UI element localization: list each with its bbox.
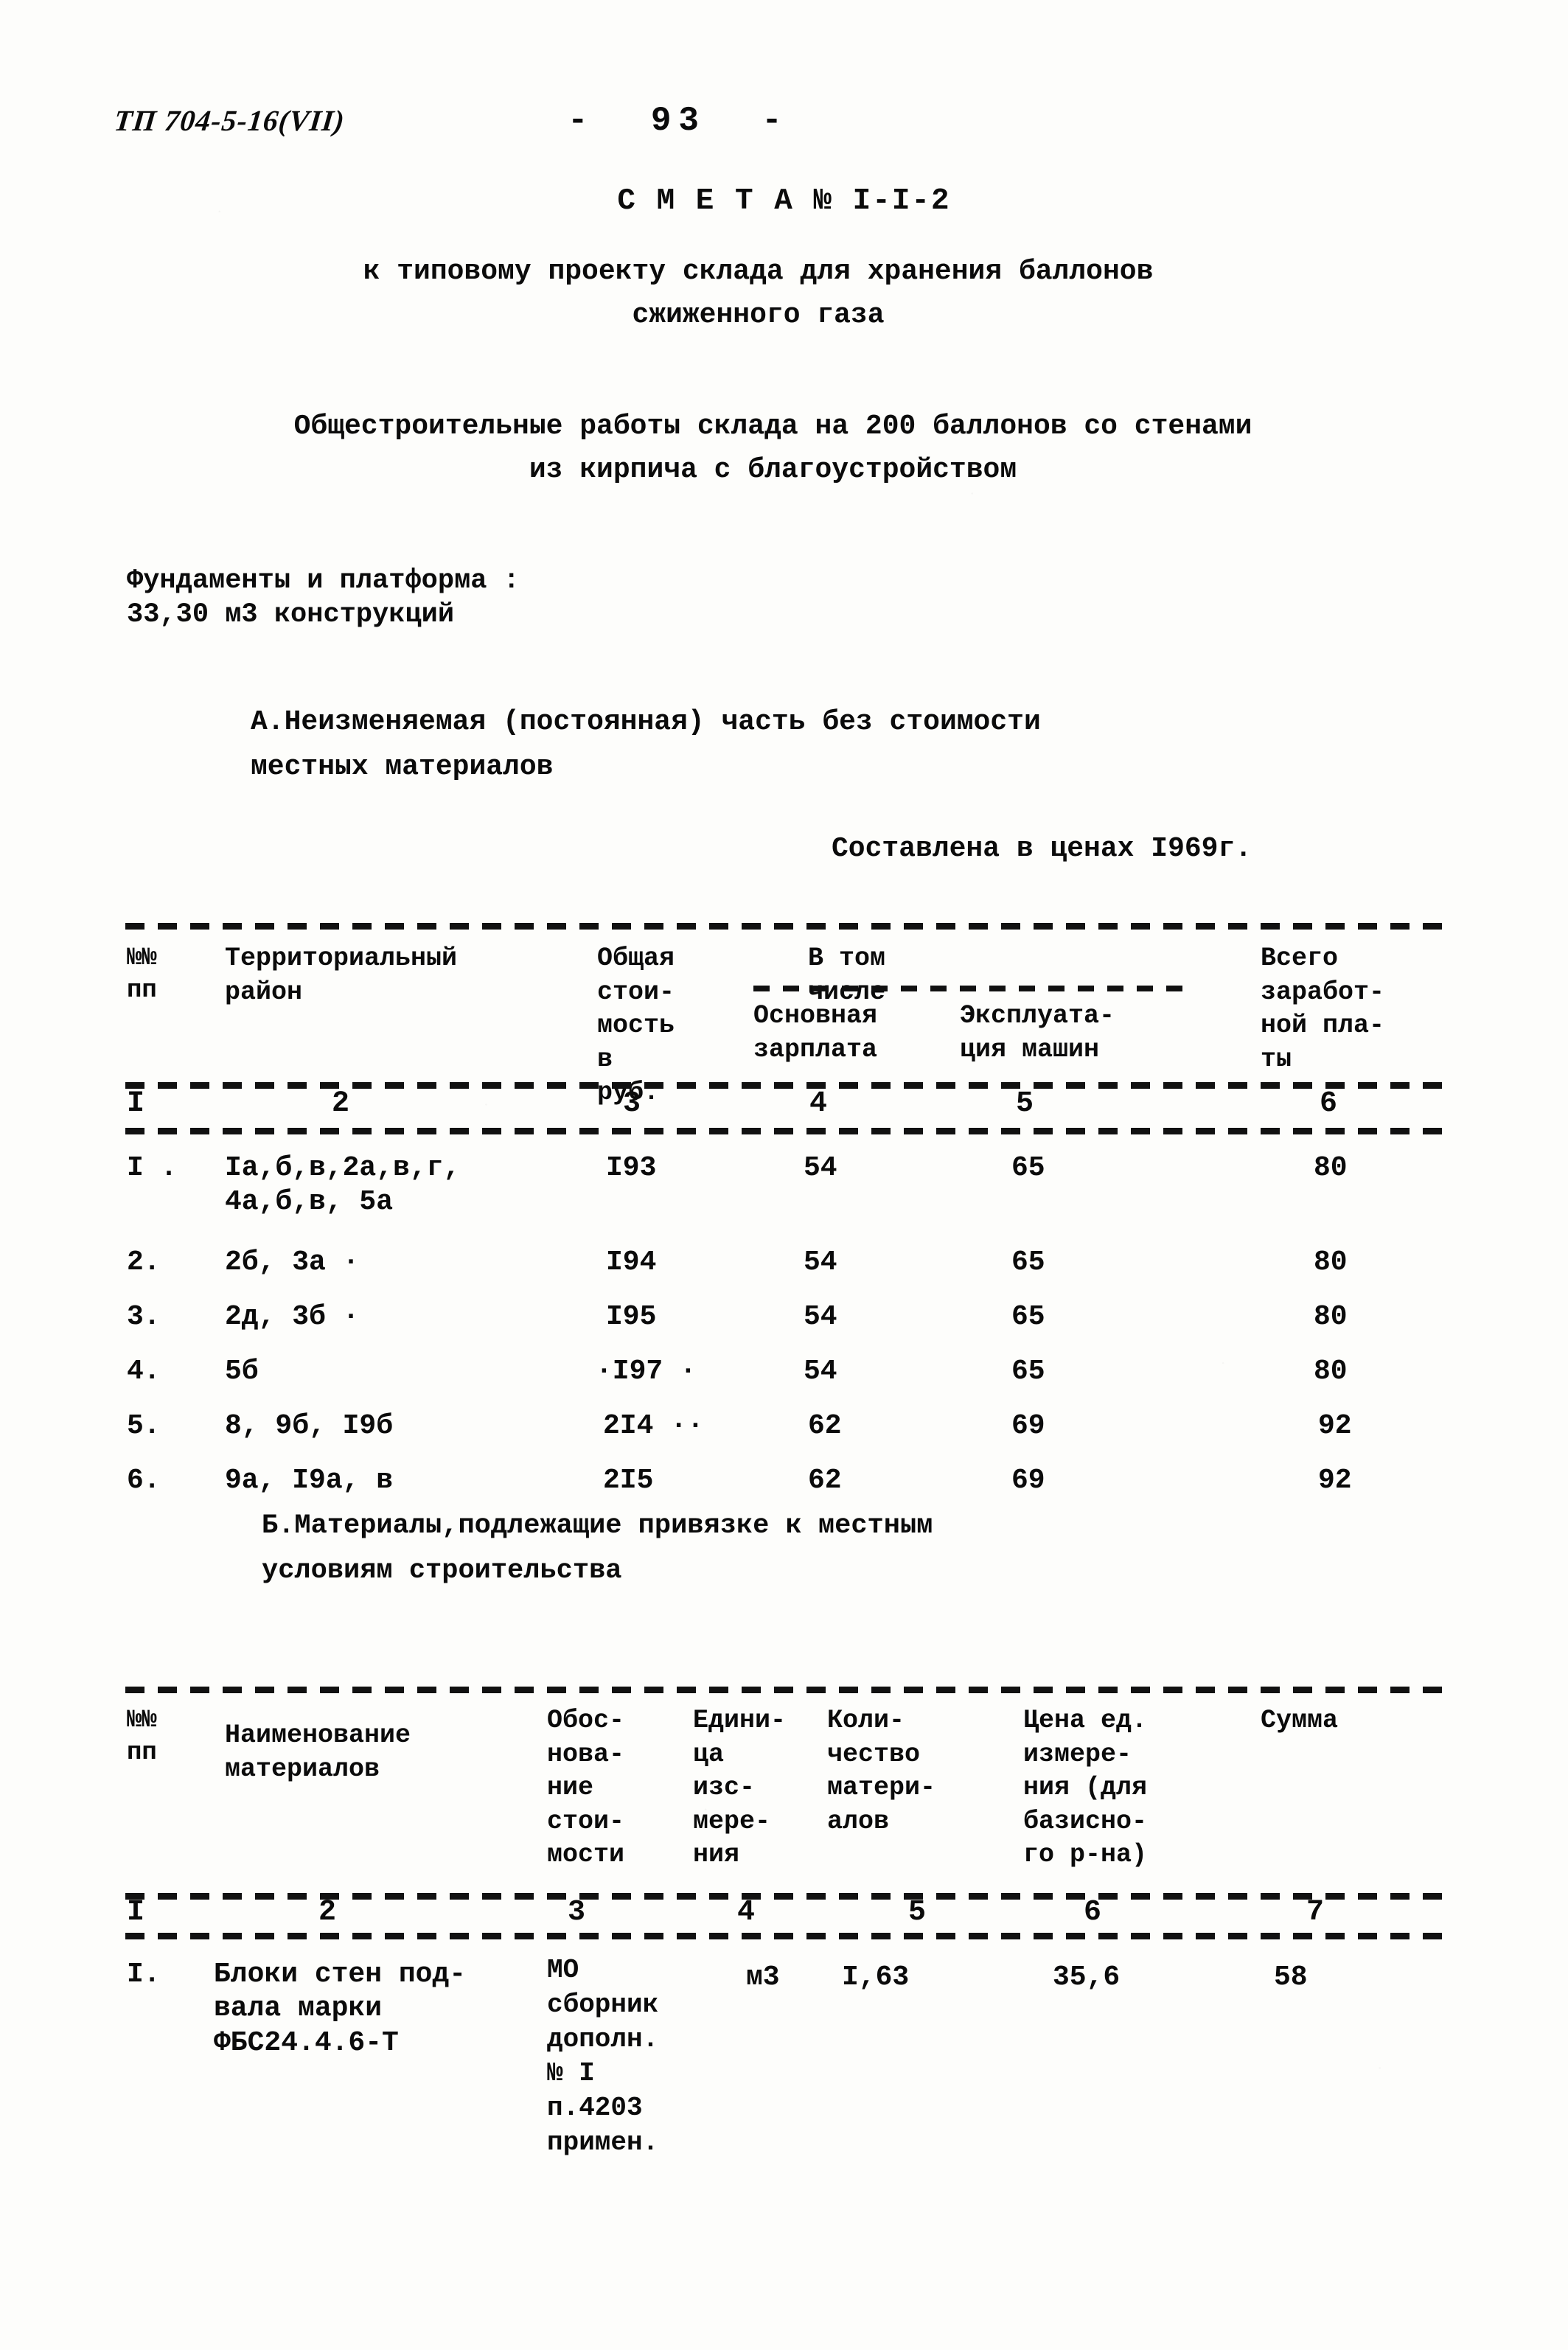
- table-a-colnum-2: 2: [332, 1087, 350, 1120]
- table-b-colnum-1: I: [127, 1896, 145, 1929]
- table-a-r1-machines: 65: [1011, 1152, 1045, 1184]
- table-a-r6-total: 2I5: [603, 1465, 654, 1496]
- prices-year-note: Составлена в ценах I969г.: [832, 833, 1252, 865]
- subtitle-project: к типовому проекту склада для хранения б…: [363, 256, 1154, 331]
- table-a-r6-wages: 62: [808, 1465, 842, 1496]
- table-a-r2-wages: 54: [804, 1247, 837, 1278]
- section-a-heading: А.Неизменяемая (постоянная) часть без ст…: [251, 706, 1041, 783]
- table-a-r6-region: 9а, I9а, в: [225, 1465, 394, 1496]
- table-a-r2-machines: 65: [1011, 1247, 1045, 1278]
- table-a-r6-allwages: 92: [1318, 1465, 1352, 1496]
- table-a-r1-region: Iа,б,в,2а,в,г, 4а,б,в, 5а: [225, 1152, 461, 1218]
- table-a-r3-wages: 54: [804, 1301, 837, 1333]
- table-b-col5-header: Коли- чество матери- алов: [827, 1706, 936, 1836]
- table-a-r1-allwages: 80: [1314, 1152, 1348, 1184]
- table-a-group-underline: [753, 986, 1188, 991]
- table-a-r5-allwages: 92: [1318, 1410, 1352, 1442]
- table-a-r2-region: 2б, 3а ·: [225, 1247, 360, 1278]
- table-b-r1-basis: МО сборник дополн. № I п.4203 примен.: [547, 1955, 659, 2158]
- table-a-r4-wages: 54: [804, 1356, 837, 1387]
- table-a-r4-no: 4.: [127, 1356, 161, 1387]
- table-a-r4-machines: 65: [1011, 1356, 1045, 1387]
- section-b-heading: Б.Материалы,подлежащие привязке к местны…: [262, 1510, 933, 1587]
- table-a-colnum-bottom-rule: [125, 1128, 1445, 1134]
- table-b-r1-unit: м3: [746, 1962, 780, 1993]
- table-b-col2-header: Наименование материалов: [225, 1720, 411, 1784]
- table-a-colnum-5: 5: [1016, 1087, 1034, 1120]
- table-a-col2-header: Территориальный район: [225, 944, 458, 1007]
- table-b-r1-material: Блоки стен под- вала марки ФБС24.4.6-Т: [214, 1959, 467, 2059]
- table-b-colnum-5: 5: [908, 1896, 927, 1929]
- table-a-colnum-4: 4: [809, 1087, 828, 1120]
- document-code: ТП 704-5-16(VII): [112, 104, 347, 137]
- table-b-r1-price: 35,6: [1053, 1962, 1121, 1993]
- subtitle-scope: Общестроительные работы склада на 200 ба…: [293, 411, 1252, 486]
- table-a-r4-region: 5б: [225, 1356, 259, 1387]
- table-a-r4-allwages: 80: [1314, 1356, 1348, 1387]
- table-b-col1-header: №№ пп: [127, 1706, 157, 1768]
- table-a-col5-header: Эксплуата- ция машин: [960, 1001, 1115, 1064]
- table-a-r5-no: 5.: [127, 1410, 161, 1442]
- table-b-col3-header: Обос- нова- ние стои- мости: [547, 1706, 625, 1869]
- table-a-r5-machines: 69: [1011, 1410, 1045, 1442]
- table-b-colnum-bottom-rule: [125, 1933, 1445, 1939]
- table-a-r1-wages: 54: [804, 1152, 837, 1184]
- table-a-r3-machines: 65: [1011, 1301, 1045, 1333]
- document-page: ТП 704-5-16(VII) - 93 - С М Е Т А № I-I-…: [0, 0, 1568, 2350]
- table-a-r4-total: ·I97 ·: [596, 1356, 697, 1387]
- table-a-r3-no: 3.: [127, 1301, 161, 1333]
- table-a-col6-header: Всего заработ- ной пла- ты: [1261, 944, 1385, 1074]
- table-a-colnum-3: 3: [623, 1087, 641, 1120]
- page-title: С М Е Т А № I-I-2: [617, 184, 951, 218]
- table-a-r3-allwages: 80: [1314, 1301, 1348, 1333]
- table-a-top-rule: [125, 923, 1445, 930]
- table-a-colnum-top-rule: [125, 1082, 1445, 1089]
- table-b-colnum-4: 4: [737, 1896, 756, 1929]
- table-a-r2-allwages: 80: [1314, 1247, 1348, 1278]
- table-a-r1-no: I .: [127, 1152, 178, 1184]
- table-a-r2-total: I94: [606, 1247, 657, 1278]
- table-a-colnum-1: I: [127, 1087, 145, 1120]
- table-a-r5-region: 8, 9б, I9б: [225, 1410, 394, 1442]
- table-a-r3-region: 2д, 3б ·: [225, 1301, 360, 1333]
- table-b-colnum-3: 3: [568, 1896, 586, 1929]
- table-a-r3-total: I95: [606, 1301, 657, 1333]
- table-b-col6-header: Цена ед. измере- ния (для базисно- го р-…: [1023, 1706, 1148, 1869]
- table-b-colnum-7: 7: [1306, 1896, 1325, 1929]
- table-a-r5-total: 2I4 ··: [603, 1410, 704, 1442]
- table-a-r6-no: 6.: [127, 1465, 161, 1496]
- table-b-r1-no: I.: [127, 1959, 161, 1990]
- table-b-col4-header: Едини- ца изс- мере- ния: [693, 1706, 787, 1869]
- table-b-r1-qty: I,63: [842, 1962, 910, 1993]
- table-b-col7-header: Сумма: [1261, 1706, 1339, 1735]
- table-b-top-rule: [125, 1687, 1445, 1693]
- table-a-col1-header: №№ пп: [127, 944, 157, 1005]
- table-a-r2-no: 2.: [127, 1247, 161, 1278]
- table-b-r1-sum: 58: [1274, 1962, 1308, 1993]
- table-a-colnum-6: 6: [1320, 1087, 1338, 1120]
- table-a-r6-machines: 69: [1011, 1465, 1045, 1496]
- page-number: - 93 -: [568, 102, 790, 140]
- foundations-note: Фундаменты и платформа : 33,30 м3 констр…: [127, 565, 520, 631]
- table-b-colnum-6: 6: [1084, 1896, 1102, 1929]
- table-a-r1-total: I93: [606, 1152, 657, 1184]
- table-a-col4-header: Основная зарплата: [753, 1001, 878, 1064]
- table-a-r5-wages: 62: [808, 1410, 842, 1442]
- table-b-colnum-2: 2: [318, 1896, 337, 1929]
